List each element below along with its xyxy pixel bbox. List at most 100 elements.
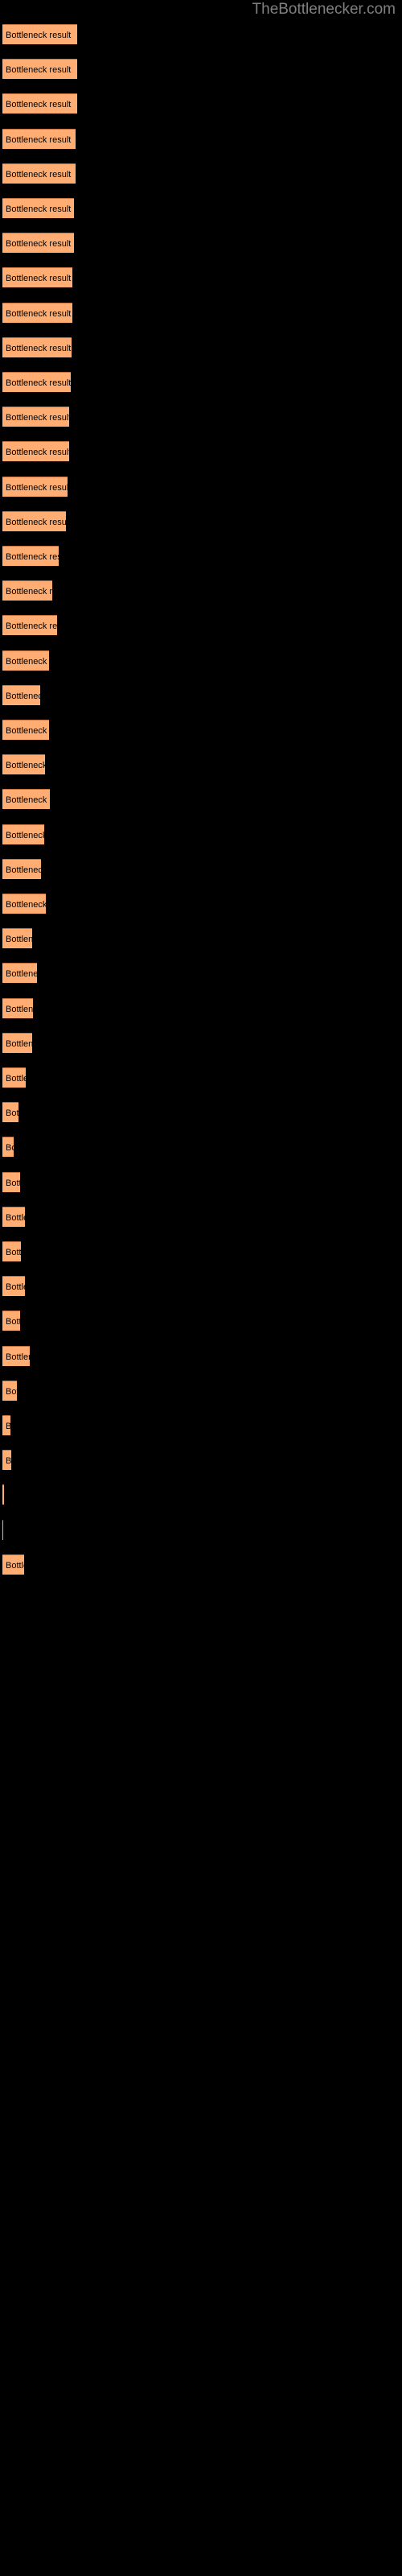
bar-label: Bottleneck result xyxy=(6,1352,30,1362)
bar: Bottleneck result xyxy=(2,789,50,810)
bar-row: Bottleneck result xyxy=(0,1380,402,1402)
bar: Bottleneck result xyxy=(2,1415,10,1435)
bar: Bottleneck result xyxy=(2,1171,20,1192)
bar: Bottleneck result xyxy=(2,546,59,566)
bar: Bottleneck result xyxy=(2,24,77,44)
bar: Bottleneck result xyxy=(2,441,69,462)
bar-label: Bottleneck result xyxy=(6,1416,10,1435)
bar: Bottleneck result xyxy=(2,163,76,184)
bar-label: Bottleneck result xyxy=(6,65,72,76)
bar: Bottleneck result xyxy=(2,615,57,636)
bar-row: Bottleneck result xyxy=(0,1102,402,1123)
bar-label: Bottleneck result xyxy=(6,691,40,701)
bar: Bottleneck result xyxy=(2,754,45,775)
bar-row: Bottleneck result xyxy=(0,1554,402,1575)
bar: Bottleneck result xyxy=(2,198,74,218)
bar-row: Bottleneck result xyxy=(0,1345,402,1367)
bar-label: Bottleneck result xyxy=(6,761,45,771)
bar-label: Bottleneck result xyxy=(6,169,72,180)
bar-row: Bottleneck result xyxy=(0,928,402,949)
bar: Bottleneck result xyxy=(2,510,66,531)
bar-label: Bottleneck result xyxy=(6,900,46,910)
bar-label: Bottleneck result xyxy=(6,1108,18,1119)
bar-label: Bottleneck result xyxy=(6,239,72,250)
bar-row: Bottleneck result xyxy=(0,684,402,706)
bar-label: Bottleneck result xyxy=(6,1038,32,1049)
bar-row: Bottleneck result xyxy=(0,302,402,324)
bar-label: Bottleneck result xyxy=(6,969,37,980)
bar-row: Bottleneck result xyxy=(0,1519,402,1541)
site-title: TheBottlenecker.com xyxy=(252,1,396,18)
bar-label: Bottleneck result xyxy=(6,1386,17,1397)
bar: Bottleneck result xyxy=(2,1102,18,1123)
bar-row: Bottleneck result xyxy=(0,858,402,880)
bar: Bottleneck result xyxy=(2,858,41,879)
bar-row: Bottleneck result xyxy=(0,1484,402,1505)
bar-row: Bottleneck result xyxy=(0,93,402,114)
bar: Bottleneck result xyxy=(2,894,46,914)
bar-row: Bottleneck result xyxy=(0,546,402,567)
bar-label: Bottleneck result xyxy=(6,448,69,458)
bar: Bottleneck result xyxy=(2,928,32,949)
bar-label: Bottleneck result xyxy=(6,343,72,353)
bar-row: Bottleneck result xyxy=(0,963,402,984)
bar-row: Bottleneck result xyxy=(0,267,402,288)
bar-row: Bottleneck result xyxy=(0,1171,402,1193)
bar: Bottleneck result xyxy=(2,1554,24,1575)
bar-row: Bottleneck result xyxy=(0,59,402,80)
bar-label: Bottleneck result xyxy=(6,1317,20,1327)
bar-row: Bottleneck result xyxy=(0,163,402,184)
bar-label: Bottleneck result xyxy=(6,935,32,945)
bar: Bottleneck result xyxy=(2,128,76,149)
bar-row: Bottleneck result xyxy=(0,894,402,914)
bar-label: Bottleneck result xyxy=(6,552,59,562)
bar-label: Bottleneck result xyxy=(6,1282,25,1293)
bar: Bottleneck result xyxy=(2,233,74,254)
bar-row: Bottleneck result xyxy=(0,372,402,393)
bar: Bottleneck result xyxy=(2,1276,25,1297)
bar-row: Bottleneck result xyxy=(0,650,402,671)
bar: Bottleneck result xyxy=(2,580,52,601)
bar-label: Bottleneck result xyxy=(6,100,72,110)
bar-label: Bottleneck result xyxy=(6,274,72,284)
bar-row: Bottleneck result xyxy=(0,1450,402,1471)
bar: Bottleneck result xyxy=(2,1380,17,1401)
bottleneck-bar-chart: TheBottlenecker.com Bottleneck result Bot… xyxy=(0,0,402,2576)
bar-row: Bottleneck result xyxy=(0,1241,402,1262)
bar-label: Bottleneck result xyxy=(6,1074,26,1084)
bar-row: Bottleneck result xyxy=(0,997,402,1019)
bar-row: Bottleneck result xyxy=(0,1276,402,1297)
bar-row: Bottleneck result xyxy=(0,441,402,462)
bar: Bottleneck result xyxy=(2,1067,26,1088)
bar: Bottleneck result xyxy=(2,997,33,1018)
bar-label: Bottleneck result xyxy=(6,587,52,597)
bar-label: Bottleneck result xyxy=(6,308,72,319)
bar-row: Bottleneck result xyxy=(0,233,402,254)
bar: Bottleneck result xyxy=(2,1519,3,1540)
bar: Bottleneck result xyxy=(2,1345,30,1366)
bar-row: Bottleneck result xyxy=(0,1067,402,1088)
bar-label: Bottleneck result xyxy=(6,1456,11,1467)
bar: Bottleneck result xyxy=(2,963,37,984)
bar-label: Bottleneck result xyxy=(6,378,71,388)
bar: Bottleneck result xyxy=(2,650,49,671)
bar-label: Bottleneck result xyxy=(6,795,50,806)
bar: Bottleneck result xyxy=(2,407,69,427)
bar: Bottleneck result xyxy=(2,1241,21,1261)
bar-row: Bottleneck result xyxy=(0,198,402,219)
bar: Bottleneck result xyxy=(2,372,71,392)
bar-label: Bottleneck result xyxy=(6,413,69,423)
bar-label: Bottleneck result xyxy=(6,865,41,875)
bar: Bottleneck result xyxy=(2,267,72,288)
bar-row: Bottleneck result xyxy=(0,754,402,775)
bar-label: Bottleneck result xyxy=(6,134,72,145)
bar-row: Bottleneck result xyxy=(0,1137,402,1158)
bar-row: Bottleneck result xyxy=(0,407,402,427)
bar-label: Bottleneck result xyxy=(6,1248,21,1257)
bar-row: Bottleneck result xyxy=(0,1206,402,1228)
bar-label: Bottleneck result xyxy=(6,656,49,667)
bar-label: Bottleneck result xyxy=(6,517,66,527)
bar: Bottleneck result xyxy=(2,684,40,705)
bar-label: Bottleneck result xyxy=(6,621,57,632)
bar: Bottleneck result xyxy=(2,1450,11,1471)
